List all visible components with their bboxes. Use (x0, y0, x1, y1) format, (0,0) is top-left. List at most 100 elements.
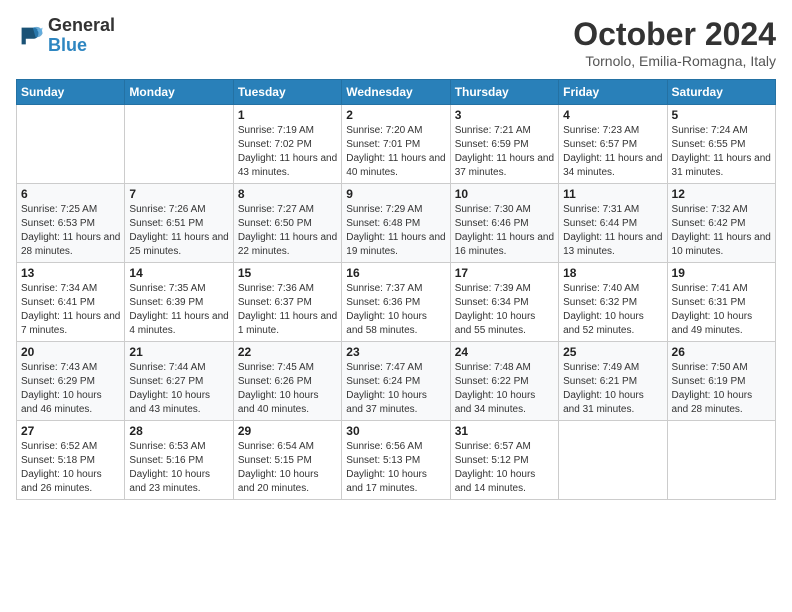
day-info: Sunrise: 7:24 AM Sunset: 6:55 PM Dayligh… (672, 124, 771, 180)
day-number: 19 (672, 266, 771, 280)
table-cell: 26Sunrise: 7:50 AM Sunset: 6:19 PM Dayli… (667, 342, 775, 421)
day-number: 24 (455, 345, 554, 359)
day-info: Sunrise: 7:41 AM Sunset: 6:31 PM Dayligh… (672, 282, 771, 338)
table-cell: 1 Sunrise: 7:19 AM Sunset: 7:02 PM Daylig… (233, 105, 341, 184)
day-number: 6 (21, 187, 120, 201)
col-friday: Friday (559, 80, 667, 105)
day-info: Sunrise: 7:35 AM Sunset: 6:39 PM Dayligh… (129, 282, 228, 338)
logo-line1: General (48, 16, 115, 36)
table-cell: 12 Sunrise: 7:32 AM Sunset: 6:42 PM Dayli… (667, 184, 775, 263)
day-info: Sunrise: 7:21 AM Sunset: 6:59 PM Dayligh… (455, 124, 554, 180)
day-info: Sunrise: 7:29 AM Sunset: 6:48 PM Dayligh… (346, 203, 445, 259)
table-cell: 24 Sunrise: 7:48 AM Sunset: 6:22 PM Dayli… (450, 342, 558, 421)
day-info: Sunrise: 6:56 AM Sunset: 5:13 PM Dayligh… (346, 440, 445, 496)
day-number: 30 (346, 424, 445, 438)
table-cell (125, 105, 233, 184)
day-info: Sunrise: 7:43 AM Sunset: 6:29 PM Dayligh… (21, 361, 120, 417)
main-title: October 2024 (573, 16, 776, 53)
subtitle: Tornolo, Emilia-Romagna, Italy (573, 53, 776, 69)
col-sunday: Sunday (17, 80, 125, 105)
table-cell: 5Sunrise: 7:24 AM Sunset: 6:55 PM Daylig… (667, 105, 775, 184)
day-info: Sunrise: 7:23 AM Sunset: 6:57 PM Dayligh… (563, 124, 662, 180)
day-number: 31 (455, 424, 554, 438)
col-saturday: Saturday (667, 80, 775, 105)
day-info: Sunrise: 6:52 AM Sunset: 5:18 PM Dayligh… (21, 440, 120, 496)
table-cell: 21Sunrise: 7:44 AM Sunset: 6:27 PM Dayli… (125, 342, 233, 421)
day-info: Sunrise: 7:40 AM Sunset: 6:32 PM Dayligh… (563, 282, 662, 338)
day-number: 21 (129, 345, 228, 359)
table-cell: 30 Sunrise: 6:56 AM Sunset: 5:13 PM Dayli… (342, 421, 450, 500)
day-number: 23 (346, 345, 445, 359)
day-info: Sunrise: 7:19 AM Sunset: 7:02 PM Dayligh… (238, 124, 337, 180)
col-thursday: Thursday (450, 80, 558, 105)
calendar-header-row: Sunday Monday Tuesday Wednesday Thursday… (17, 80, 776, 105)
table-cell: 17 Sunrise: 7:39 AM Sunset: 6:34 PM Dayli… (450, 263, 558, 342)
day-number: 17 (455, 266, 554, 280)
table-cell: 22 Sunrise: 7:45 AM Sunset: 6:26 PM Dayli… (233, 342, 341, 421)
day-number: 12 (672, 187, 771, 201)
day-info: Sunrise: 7:30 AM Sunset: 6:46 PM Dayligh… (455, 203, 554, 259)
day-number: 9 (346, 187, 445, 201)
col-tuesday: Tuesday (233, 80, 341, 105)
col-wednesday: Wednesday (342, 80, 450, 105)
day-info: Sunrise: 7:49 AM Sunset: 6:21 PM Dayligh… (563, 361, 662, 417)
day-number: 28 (129, 424, 228, 438)
day-info: Sunrise: 7:47 AM Sunset: 6:24 PM Dayligh… (346, 361, 445, 417)
week-row-2: 13 Sunrise: 7:34 AM Sunset: 6:41 PM Dayli… (17, 263, 776, 342)
table-cell: 28 Sunrise: 6:53 AM Sunset: 5:16 PM Dayli… (125, 421, 233, 500)
table-cell: 23 Sunrise: 7:47 AM Sunset: 6:24 PM Dayli… (342, 342, 450, 421)
table-cell: 19 Sunrise: 7:41 AM Sunset: 6:31 PM Dayli… (667, 263, 775, 342)
day-number: 10 (455, 187, 554, 201)
table-cell: 16 Sunrise: 7:37 AM Sunset: 6:36 PM Dayli… (342, 263, 450, 342)
day-info: Sunrise: 7:32 AM Sunset: 6:42 PM Dayligh… (672, 203, 771, 259)
day-info: Sunrise: 7:37 AM Sunset: 6:36 PM Dayligh… (346, 282, 445, 338)
day-info: Sunrise: 7:48 AM Sunset: 6:22 PM Dayligh… (455, 361, 554, 417)
table-cell (559, 421, 667, 500)
day-number: 22 (238, 345, 337, 359)
table-cell: 31 Sunrise: 6:57 AM Sunset: 5:12 PM Dayli… (450, 421, 558, 500)
table-cell: 20Sunrise: 7:43 AM Sunset: 6:29 PM Dayli… (17, 342, 125, 421)
day-number: 18 (563, 266, 662, 280)
week-row-1: 6Sunrise: 7:25 AM Sunset: 6:53 PM Daylig… (17, 184, 776, 263)
day-number: 13 (21, 266, 120, 280)
day-number: 27 (21, 424, 120, 438)
table-cell: 27 Sunrise: 6:52 AM Sunset: 5:18 PM Dayli… (17, 421, 125, 500)
day-info: Sunrise: 6:53 AM Sunset: 5:16 PM Dayligh… (129, 440, 228, 496)
logo: General Blue (16, 16, 115, 56)
table-cell (17, 105, 125, 184)
table-cell: 13 Sunrise: 7:34 AM Sunset: 6:41 PM Dayli… (17, 263, 125, 342)
day-info: Sunrise: 7:27 AM Sunset: 6:50 PM Dayligh… (238, 203, 337, 259)
table-cell: 6Sunrise: 7:25 AM Sunset: 6:53 PM Daylig… (17, 184, 125, 263)
page: General Blue October 2024 Tornolo, Emili… (0, 0, 792, 612)
day-number: 2 (346, 108, 445, 122)
day-info: Sunrise: 7:45 AM Sunset: 6:26 PM Dayligh… (238, 361, 337, 417)
logo-text: General Blue (48, 16, 115, 56)
day-number: 15 (238, 266, 337, 280)
table-cell: 14 Sunrise: 7:35 AM Sunset: 6:39 PM Dayli… (125, 263, 233, 342)
day-info: Sunrise: 7:34 AM Sunset: 6:41 PM Dayligh… (21, 282, 120, 338)
table-cell: 25 Sunrise: 7:49 AM Sunset: 6:21 PM Dayli… (559, 342, 667, 421)
day-number: 14 (129, 266, 228, 280)
table-cell: 15Sunrise: 7:36 AM Sunset: 6:37 PM Dayli… (233, 263, 341, 342)
table-cell: 18 Sunrise: 7:40 AM Sunset: 6:32 PM Dayli… (559, 263, 667, 342)
table-cell: 11 Sunrise: 7:31 AM Sunset: 6:44 PM Dayli… (559, 184, 667, 263)
table-cell: 7Sunrise: 7:26 AM Sunset: 6:51 PM Daylig… (125, 184, 233, 263)
day-info: Sunrise: 7:50 AM Sunset: 6:19 PM Dayligh… (672, 361, 771, 417)
title-block: October 2024 Tornolo, Emilia-Romagna, It… (573, 16, 776, 69)
day-info: Sunrise: 7:39 AM Sunset: 6:34 PM Dayligh… (455, 282, 554, 338)
day-info: Sunrise: 6:57 AM Sunset: 5:12 PM Dayligh… (455, 440, 554, 496)
day-number: 16 (346, 266, 445, 280)
table-cell: 9 Sunrise: 7:29 AM Sunset: 6:48 PM Daylig… (342, 184, 450, 263)
day-number: 7 (129, 187, 228, 201)
day-number: 4 (563, 108, 662, 122)
day-number: 8 (238, 187, 337, 201)
day-number: 25 (563, 345, 662, 359)
table-cell: 29Sunrise: 6:54 AM Sunset: 5:15 PM Dayli… (233, 421, 341, 500)
day-number: 1 (238, 108, 337, 122)
day-info: Sunrise: 7:31 AM Sunset: 6:44 PM Dayligh… (563, 203, 662, 259)
day-number: 11 (563, 187, 662, 201)
day-info: Sunrise: 6:54 AM Sunset: 5:15 PM Dayligh… (238, 440, 337, 496)
day-info: Sunrise: 7:20 AM Sunset: 7:01 PM Dayligh… (346, 124, 445, 180)
table-cell: 10 Sunrise: 7:30 AM Sunset: 6:46 PM Dayli… (450, 184, 558, 263)
header: General Blue October 2024 Tornolo, Emili… (16, 16, 776, 69)
